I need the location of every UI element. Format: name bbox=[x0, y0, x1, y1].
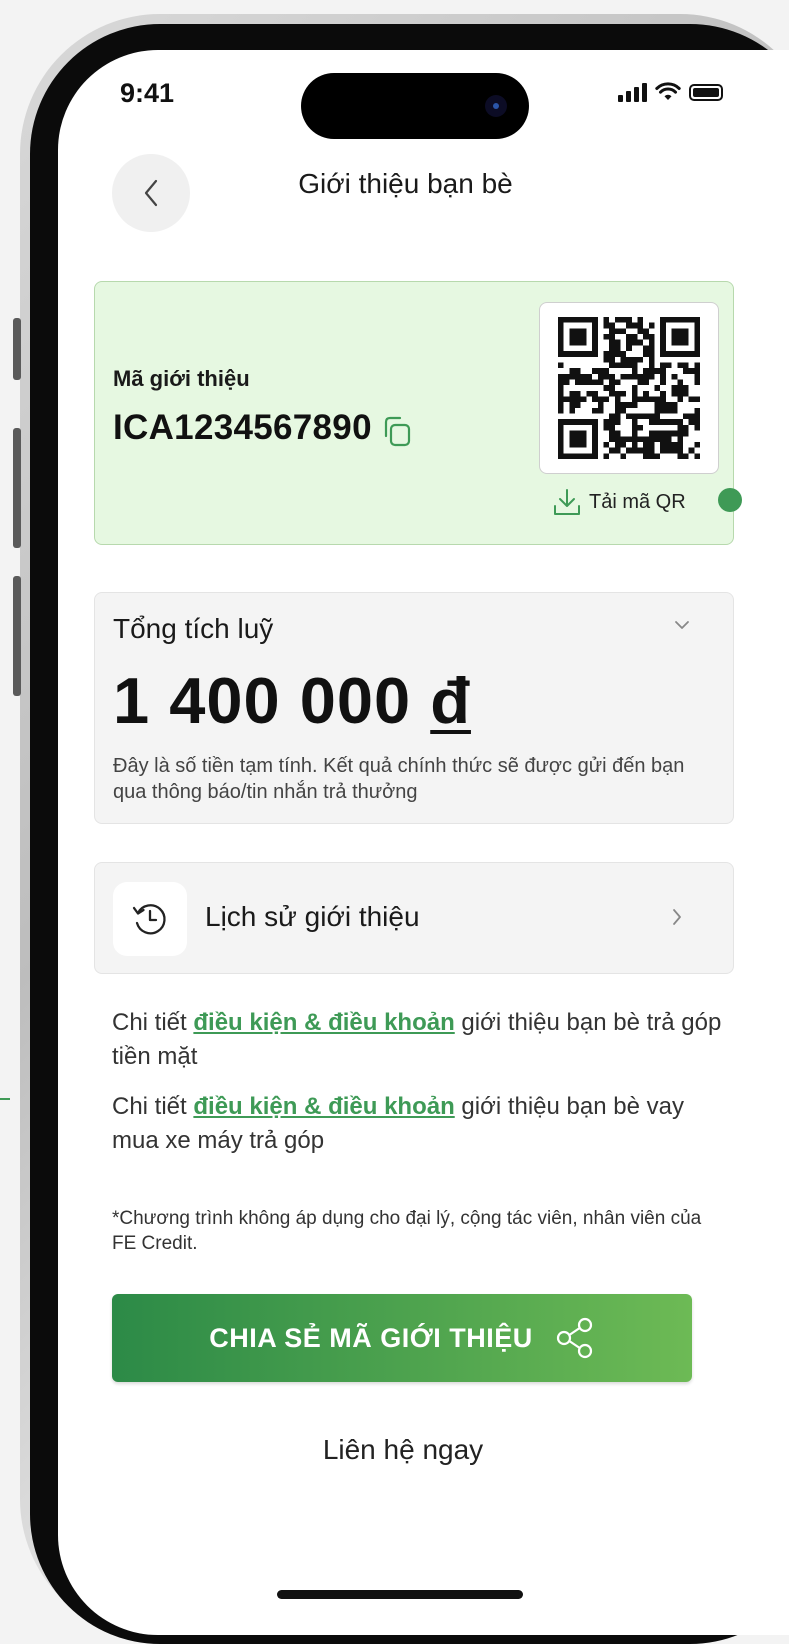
total-amount: 1 400 000 đ bbox=[113, 663, 471, 738]
wifi-icon bbox=[655, 82, 681, 100]
download-qr-label[interactable]: Tải mã QR bbox=[589, 491, 686, 514]
annotation-line-left bbox=[0, 1098, 10, 1100]
download-icon[interactable] bbox=[551, 486, 583, 518]
side-button-volume-up bbox=[13, 428, 21, 548]
terms-prefix: Chi tiết bbox=[112, 1093, 194, 1120]
total-accumulated-card[interactable]: Tổng tích luỹ 1 400 000 đ Đây là số tiền… bbox=[94, 592, 734, 824]
app-screen: 9:41 Giới thiệu bạn bè Mã giới thiệu ICA… bbox=[58, 50, 789, 1635]
camera-icon bbox=[485, 95, 507, 117]
history-label: Lịch sử giới thiệu bbox=[205, 901, 420, 932]
status-icons bbox=[618, 80, 723, 104]
share-button-label: CHIA SẺ MÃ GIỚI THIỆU bbox=[209, 1322, 533, 1353]
page-title: Giới thiệu bạn bè bbox=[298, 168, 513, 199]
contact-link[interactable]: Liên hệ ngay bbox=[58, 1434, 748, 1466]
total-note: Đây là số tiền tạm tính. Kết quả chính t… bbox=[113, 755, 685, 803]
qr-code-icon bbox=[558, 317, 700, 459]
status-time: 9:41 bbox=[120, 78, 175, 108]
total-label: Tổng tích luỹ bbox=[113, 613, 274, 644]
qr-code-box bbox=[539, 302, 719, 474]
referral-code: ICA1234567890 bbox=[113, 408, 372, 447]
back-chevron-icon bbox=[144, 179, 158, 207]
dynamic-island bbox=[301, 73, 529, 139]
terms-link-motorbike-loan[interactable]: điều kiện & điều khoản bbox=[193, 1093, 454, 1120]
side-button-mute bbox=[13, 318, 21, 380]
share-icon bbox=[556, 1317, 592, 1359]
terms-motorbike-loan: Chi tiết điều kiện & điều khoản giới thi… bbox=[112, 1090, 722, 1158]
referral-history-row[interactable]: Lịch sử giới thiệu bbox=[94, 862, 734, 974]
battery-icon bbox=[689, 83, 723, 101]
back-button[interactable] bbox=[112, 154, 190, 232]
chevron-down-icon[interactable] bbox=[673, 619, 691, 631]
annotation-dot bbox=[718, 488, 742, 512]
disclaimer: *Chương trình không áp dụng cho đại lý, … bbox=[112, 1208, 702, 1254]
terms-link-cash-loan[interactable]: điều kiện & điều khoản bbox=[193, 1009, 454, 1036]
history-icon-box bbox=[113, 882, 187, 956]
share-referral-button[interactable]: CHIA SẺ MÃ GIỚI THIỆU bbox=[112, 1294, 692, 1382]
terms-cash-loan: Chi tiết điều kiện & điều khoản giới thi… bbox=[112, 1006, 722, 1074]
referral-label: Mã giới thiệu bbox=[113, 366, 250, 391]
referral-card: Mã giới thiệu ICA1234567890 Tải mã QR bbox=[94, 281, 742, 545]
signal-icon bbox=[618, 82, 647, 102]
terms-prefix: Chi tiết bbox=[112, 1009, 194, 1036]
total-amount-value: 1 400 000 bbox=[113, 664, 412, 737]
chevron-right-icon bbox=[673, 909, 681, 925]
history-clock-icon bbox=[132, 904, 166, 935]
copy-icon[interactable] bbox=[381, 414, 413, 448]
home-indicator[interactable] bbox=[277, 1590, 523, 1599]
total-currency: đ bbox=[430, 664, 471, 737]
side-button-volume-down bbox=[13, 576, 21, 696]
